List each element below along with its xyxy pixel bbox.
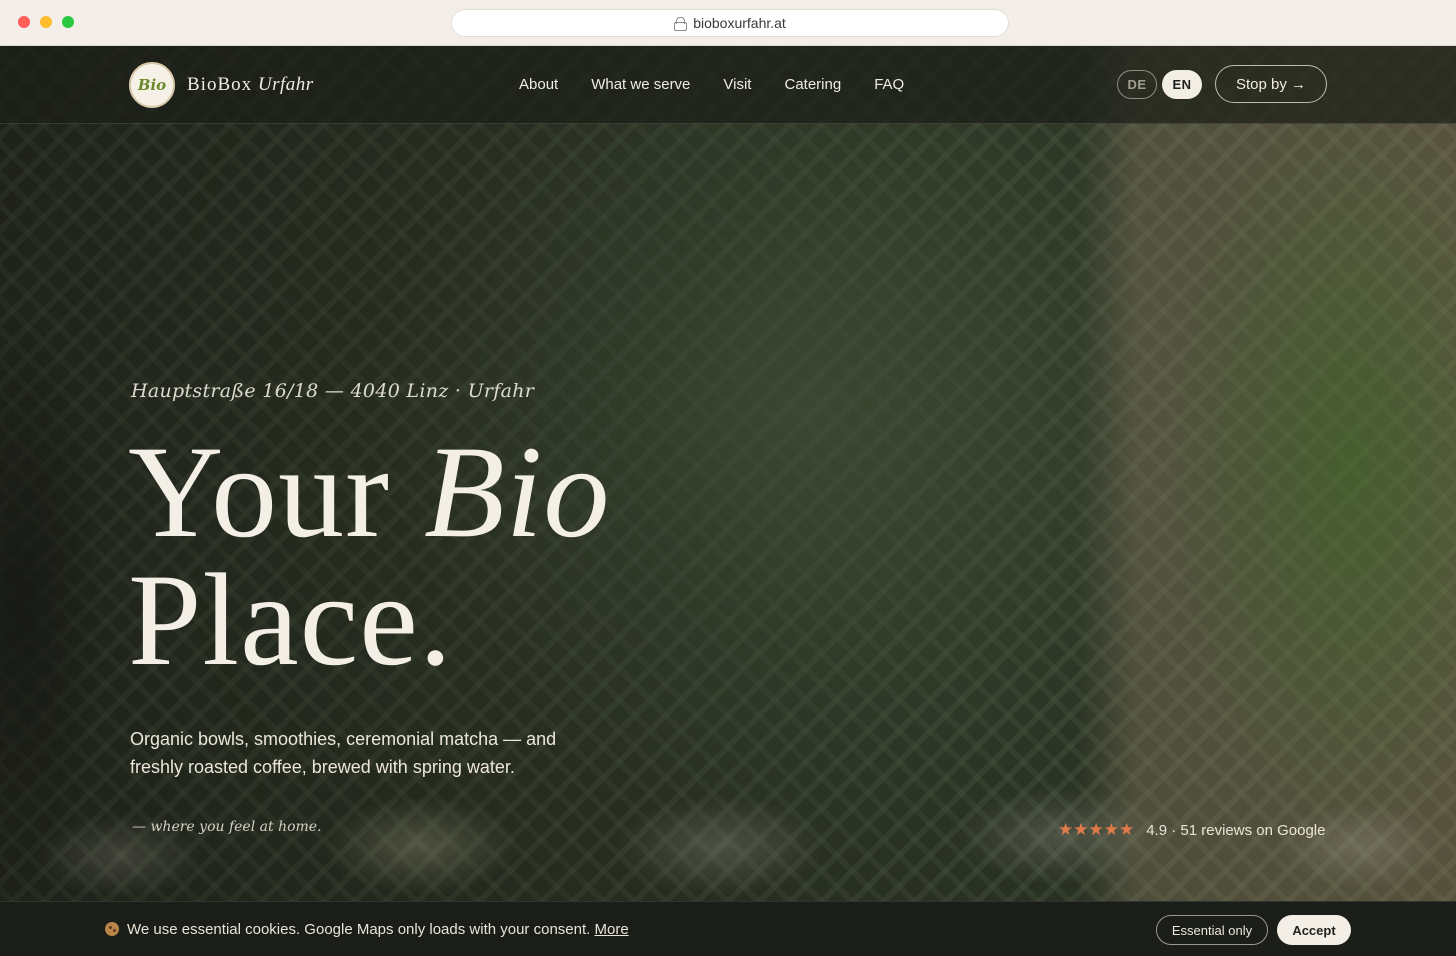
headline-word-bio: Bio	[424, 418, 611, 565]
nav-link-faq[interactable]: FAQ	[874, 76, 904, 93]
stop-by-button[interactable]: Stop by →	[1215, 65, 1327, 103]
google-rating[interactable]: ★★★★★ 4.9 · 51 reviews on Google	[1058, 820, 1325, 840]
brand-main: BioBox	[187, 74, 253, 95]
headline-word-place: Place.	[128, 546, 453, 693]
address-bar[interactable]: bioboxurfahr.at	[451, 9, 1009, 37]
nav-link-what-we-serve[interactable]: What we serve	[591, 76, 690, 93]
lock-icon	[674, 17, 688, 31]
browser-toolbar: bioboxurfahr.at	[0, 0, 1456, 46]
brand-italic: Urfahr	[257, 74, 314, 95]
nav-link-visit[interactable]: Visit	[723, 76, 751, 93]
hero-headline: Your Bio Place.	[128, 426, 610, 686]
logo-mark: Bio	[137, 76, 167, 94]
rating-text: 4.9 · 51 reviews on Google	[1146, 821, 1326, 839]
nav-link-about[interactable]: About	[519, 76, 558, 93]
rating-stars-icon: ★★★★★	[1058, 820, 1135, 839]
headline-word-your: Your	[128, 418, 391, 565]
cookie-banner: We use essential cookies. Google Maps on…	[0, 901, 1456, 956]
maximize-window-button[interactable]	[62, 16, 74, 28]
close-window-button[interactable]	[18, 16, 30, 28]
site-header: Bio BioBox Urfahr About What we serve Vi…	[0, 46, 1456, 124]
hero-tagline: — where you feel at home.	[132, 819, 322, 835]
cookie-message: We use essential cookies. Google Maps on…	[127, 921, 629, 938]
lang-de-button[interactable]: DE	[1117, 70, 1157, 99]
hero-address: Hauptstraße 16/18 — 4040 Linz · Urfahr	[131, 380, 535, 402]
url-text: bioboxurfahr.at	[693, 15, 786, 31]
nav-link-catering[interactable]: Catering	[784, 76, 841, 93]
cookie-more-link[interactable]: More	[594, 921, 628, 938]
accept-cookies-button[interactable]: Accept	[1277, 915, 1351, 945]
minimize-window-button[interactable]	[40, 16, 52, 28]
hero-description: Organic bowls, smoothies, ceremonial mat…	[130, 729, 557, 777]
brand-name[interactable]: BioBox Urfahr	[187, 74, 314, 96]
lang-en-button[interactable]: EN	[1162, 70, 1202, 99]
main-nav: About What we serve Visit Catering FAQ	[519, 76, 904, 93]
cookie-icon	[105, 922, 119, 936]
cookie-text: We use essential cookies. Google Maps on…	[127, 921, 591, 938]
logo[interactable]: Bio	[129, 62, 175, 108]
essential-only-button[interactable]: Essential only	[1156, 915, 1268, 945]
